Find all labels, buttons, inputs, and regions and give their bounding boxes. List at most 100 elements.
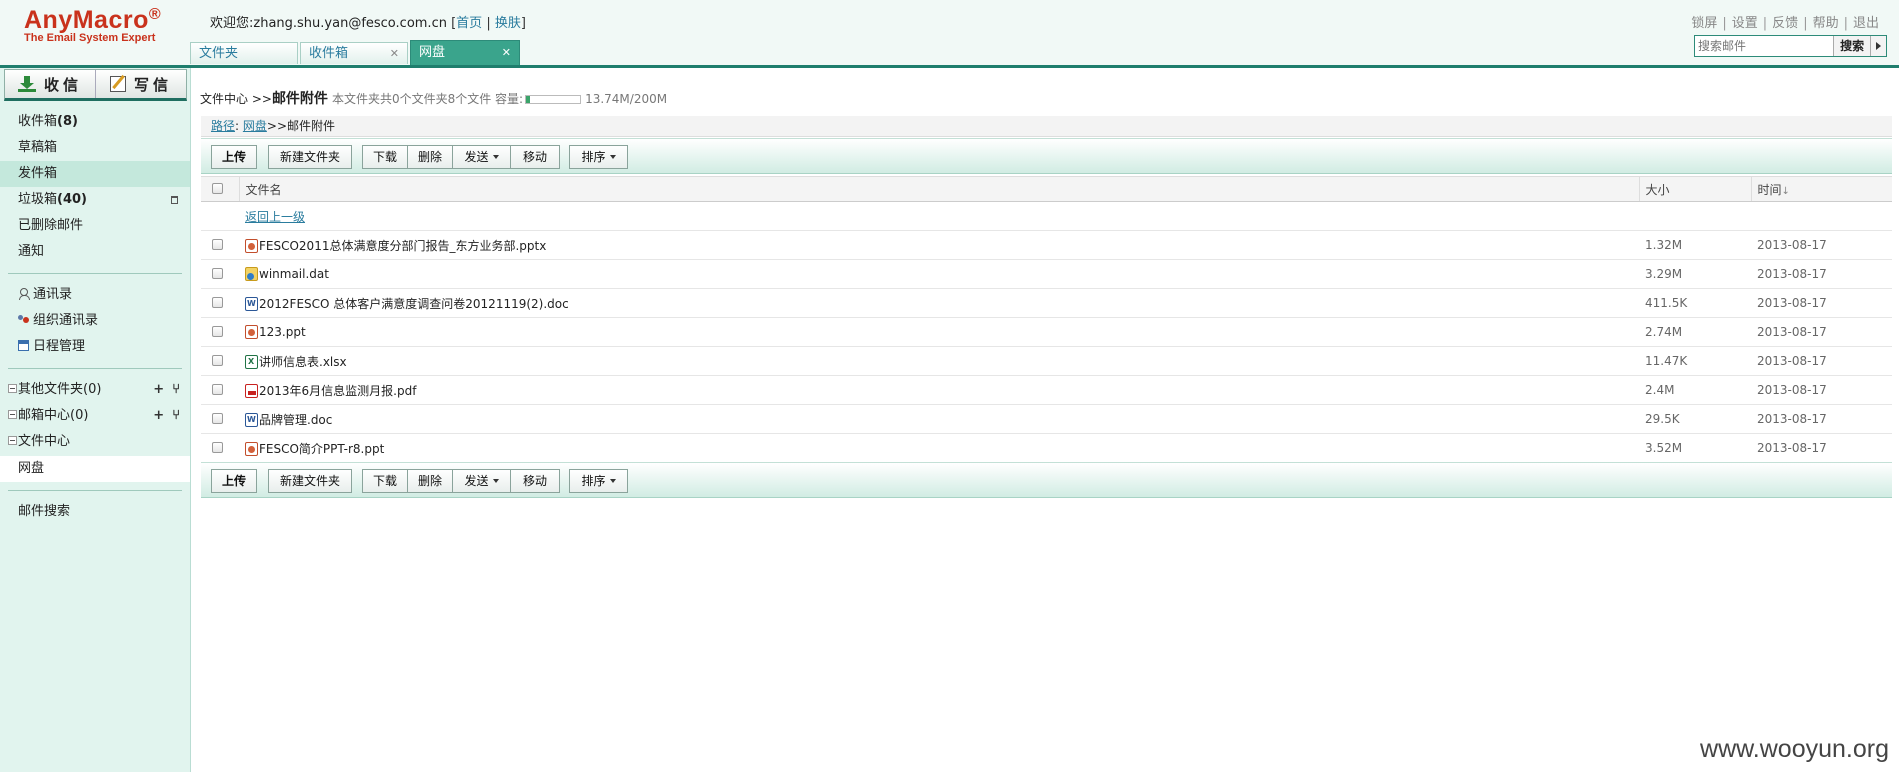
mail-search: 搜索 — [1694, 35, 1887, 57]
sidebar-item-netdisk[interactable]: 网盘 — [0, 456, 190, 482]
folder-list: 收件箱(8) 草稿箱 发件箱 垃圾箱(40) 已删除邮件 通知 — [0, 109, 190, 265]
row-checkbox[interactable] — [212, 355, 223, 366]
row-checkbox[interactable] — [212, 239, 223, 250]
table-row[interactable]: FESCO简介PPT-r8.ppt 3.52M 2013-08-17 — [201, 433, 1892, 463]
tree-file-center[interactable]: 文件中心 — [0, 429, 190, 455]
logout-link[interactable]: 退出 — [1853, 16, 1879, 31]
delete-button[interactable]: 删除 — [407, 145, 453, 169]
collapse-icon[interactable] — [8, 436, 17, 445]
table-row[interactable]: 品牌管理.doc 29.5K2013-08-17 — [201, 404, 1892, 434]
filter-icon[interactable]: ⑂ — [172, 382, 180, 397]
upload-button[interactable]: 上传 — [211, 469, 257, 493]
tree-mail-center[interactable]: 邮箱中心(0) + ⑂ — [0, 403, 190, 429]
file-name[interactable]: FESCO简介PPT-r8.ppt — [259, 442, 384, 456]
move-button[interactable]: 移动 — [510, 145, 560, 169]
help-link[interactable]: 帮助 — [1813, 16, 1839, 31]
file-center-label: 文件中心 — [18, 434, 71, 449]
sidebar-item-org-contacts[interactable]: 组织通讯录 — [0, 308, 190, 334]
tab-netdisk-label: 网盘 — [419, 45, 446, 60]
file-name[interactable]: 2013年6月信息监测月报.pdf — [259, 384, 416, 398]
send-dropdown[interactable]: 发送 — [452, 145, 511, 169]
divider — [8, 490, 182, 491]
col-name-header[interactable]: 文件名 — [238, 176, 1639, 202]
file-name[interactable]: 2012FESCO 总体客户满意度调查问卷20121119(2).doc — [259, 297, 569, 311]
file-size: 2.74M — [1639, 317, 1751, 347]
row-checkbox[interactable] — [212, 442, 223, 453]
file-time: 2013-08-17 — [1751, 433, 1892, 463]
table-row[interactable]: 讲师信息表.xlsx 11.47K2013-08-17 — [201, 346, 1892, 376]
file-name[interactable]: 讲师信息表.xlsx — [259, 355, 347, 369]
compose-button[interactable]: 写信 — [96, 70, 186, 98]
switch-skin-link[interactable]: 换肤 — [495, 16, 521, 31]
tab-folders[interactable]: 文件夹 — [190, 42, 298, 64]
sent-label: 发件箱 — [18, 166, 58, 181]
file-name[interactable]: 123.ppt — [259, 325, 306, 339]
path-root-link[interactable]: 网盘 — [243, 119, 267, 133]
collapse-icon[interactable] — [8, 384, 17, 393]
sidebar-item-mail-search[interactable]: 邮件搜索 — [0, 499, 190, 525]
feedback-link[interactable]: 反馈 — [1772, 16, 1798, 31]
file-name[interactable]: winmail.dat — [259, 267, 329, 281]
close-icon[interactable]: ✕ — [390, 43, 399, 64]
settings-link[interactable]: 设置 — [1732, 16, 1758, 31]
sidebar-item-deleted[interactable]: 已删除邮件 — [0, 213, 190, 239]
search-options-arrow-icon[interactable] — [1870, 36, 1886, 56]
lock-screen-link[interactable]: 锁屏 — [1691, 16, 1717, 31]
table-row[interactable]: 123.ppt 2.74M 2013-08-17 — [201, 317, 1892, 347]
tab-inbox[interactable]: 收件箱 ✕ — [300, 42, 408, 64]
doc-file-icon — [245, 296, 258, 311]
row-checkbox[interactable] — [212, 384, 223, 395]
col-time-header[interactable]: 时间↓ — [1750, 176, 1892, 202]
row-checkbox[interactable] — [212, 326, 223, 337]
send-dropdown[interactable]: 发送 — [452, 469, 511, 493]
table-row[interactable]: FESCO2011总体满意度分部门报告_东方业务部.pptx 1.32M 2013-… — [201, 230, 1892, 260]
download-button[interactable]: 下载 — [362, 145, 408, 169]
row-checkbox[interactable] — [212, 297, 223, 308]
upload-button[interactable]: 上传 — [211, 145, 257, 169]
home-link[interactable]: 首页 — [456, 16, 482, 31]
table-row[interactable]: 2013年6月信息监测月报.pdf 2.4M 2013-08-17 — [201, 375, 1892, 405]
sort-dropdown[interactable]: 排序 — [569, 469, 628, 493]
usage-bar-fill — [526, 96, 530, 103]
sidebar-item-notice[interactable]: 通知 — [0, 239, 190, 265]
sort-dropdown[interactable]: 排序 — [569, 145, 628, 169]
sidebar-item-drafts[interactable]: 草稿箱 — [0, 135, 190, 161]
mail-search-button[interactable]: 搜索 — [1833, 36, 1871, 56]
row-checkbox[interactable] — [212, 268, 223, 279]
file-name[interactable]: 品牌管理.doc — [259, 413, 332, 427]
move-button[interactable]: 移动 — [510, 469, 560, 493]
sidebar-item-sent[interactable]: 发件箱 — [0, 161, 190, 187]
sidebar-item-trash[interactable]: 垃圾箱(40) — [0, 187, 190, 213]
receive-label: 收信 — [43, 75, 82, 94]
collapse-icon[interactable] — [8, 410, 17, 419]
logo-reg: ® — [148, 6, 162, 23]
sidebar-item-contacts[interactable]: 通讯录 — [0, 282, 190, 308]
mail-search-input[interactable] — [1695, 36, 1833, 56]
filter-icon[interactable]: ⑂ — [172, 408, 180, 423]
table-row[interactable]: 2012FESCO 总体客户满意度调查问卷20121119(2).doc 411.… — [201, 288, 1892, 318]
new-folder-button[interactable]: 新建文件夹 — [268, 145, 352, 169]
empty-trash-icon[interactable] — [171, 196, 178, 204]
tree-other-folders[interactable]: 其他文件夹(0) + ⑂ — [0, 377, 190, 403]
tab-netdisk[interactable]: 网盘 ✕ — [410, 40, 520, 65]
compose-label: 写信 — [133, 75, 172, 94]
table-row[interactable]: winmail.dat 3.29M 2013-08-17 — [201, 259, 1892, 289]
breadcrumb: 路径: 网盘>>邮件附件 — [201, 116, 1892, 137]
sidebar-item-inbox[interactable]: 收件箱(8) — [0, 109, 190, 135]
file-size: 3.52M — [1639, 433, 1751, 463]
new-folder-button[interactable]: 新建文件夹 — [268, 469, 352, 493]
sidebar-item-calendar[interactable]: 日程管理 — [0, 334, 190, 360]
add-folder-icon[interactable]: + — [153, 382, 164, 397]
download-button[interactable]: 下载 — [362, 469, 408, 493]
delete-button[interactable]: 删除 — [407, 469, 453, 493]
back-up-link[interactable]: 返回上一级 — [245, 210, 305, 224]
col-size-header[interactable]: 大小 — [1638, 176, 1751, 202]
receive-button[interactable]: 收信 — [5, 70, 96, 98]
select-all-checkbox[interactable] — [212, 183, 223, 194]
add-folder-icon[interactable]: + — [153, 408, 164, 423]
close-icon[interactable]: ✕ — [502, 41, 511, 65]
tab-folders-label: 文件夹 — [199, 46, 239, 61]
row-checkbox[interactable] — [212, 413, 223, 424]
file-name[interactable]: FESCO2011总体满意度分部门报告_东方业务部.pptx — [259, 239, 546, 253]
page-title: 文件中心 >>邮件附件 本文件夹共0个文件夹8个文件 容量: 13.74M/200M — [200, 84, 1892, 107]
